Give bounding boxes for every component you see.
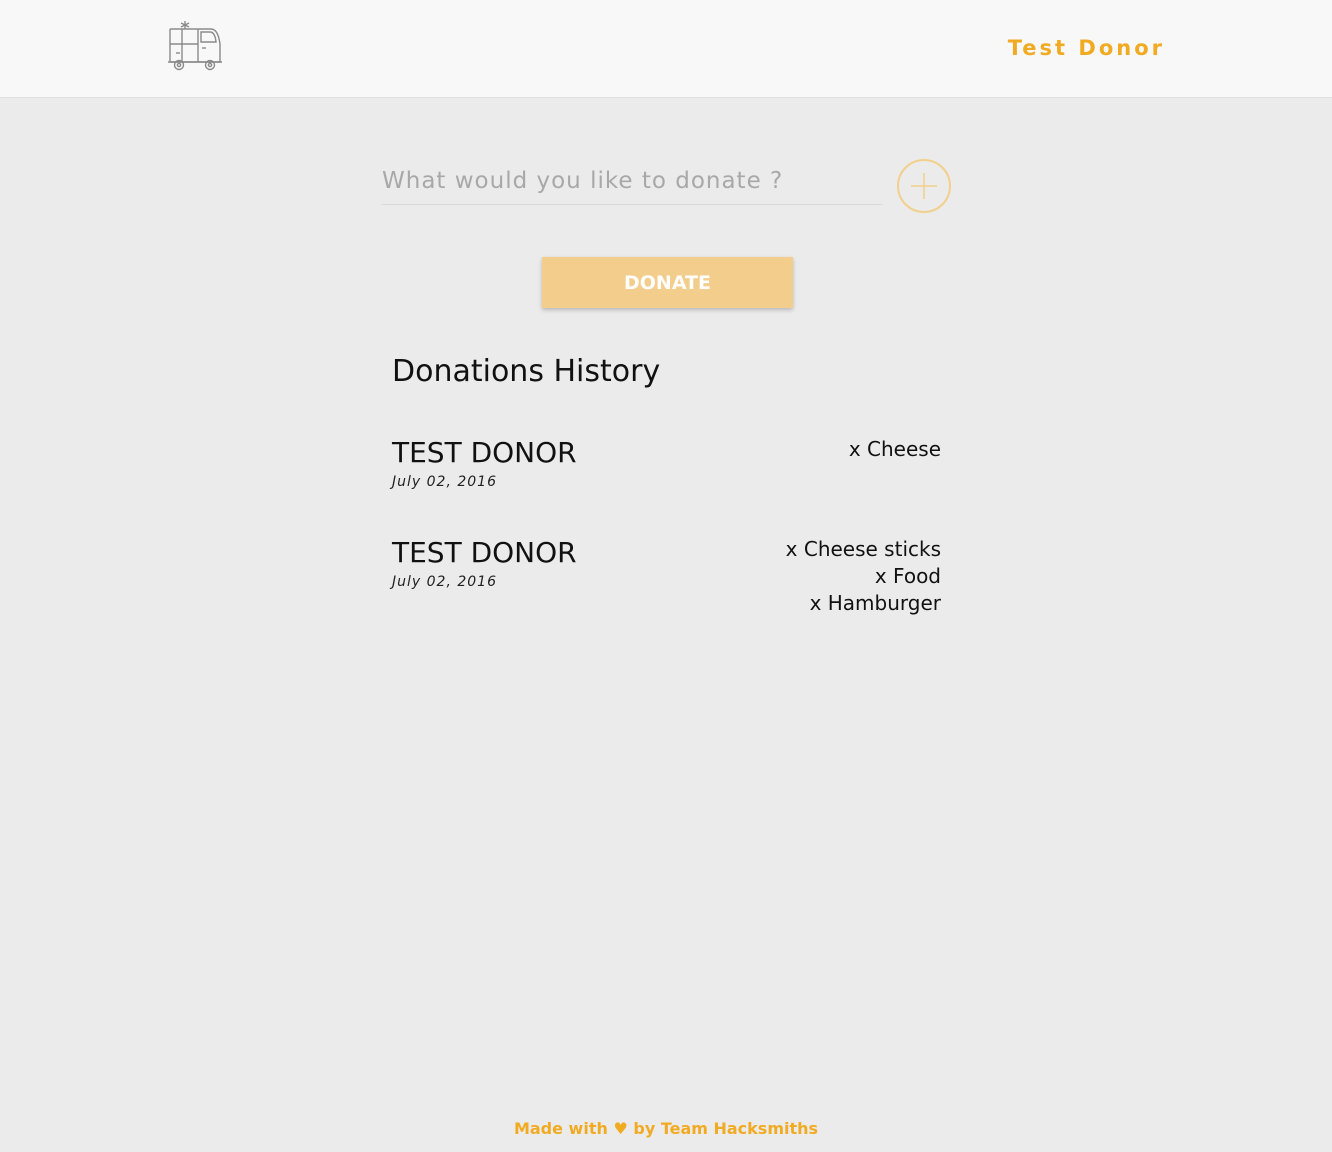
donor-name: TEST DONOR [392, 436, 577, 469]
donation-date: July 02, 2016 [392, 574, 497, 590]
add-item-button[interactable] [897, 159, 951, 213]
donation-entry: TEST DONOR July 02, 2016 x Cheese [392, 436, 941, 496]
donation-items: x Cheese sticks x Food x Hamburger [786, 536, 941, 617]
donate-button[interactable]: DONATE [542, 257, 793, 308]
donation-input[interactable] [382, 158, 882, 205]
food-truck-icon[interactable] [166, 20, 224, 74]
heart-icon: ♥ [613, 1119, 628, 1138]
donation-items: x Cheese [849, 436, 941, 463]
user-name-link[interactable]: Test Donor [1008, 36, 1165, 60]
donation-date: July 02, 2016 [392, 474, 497, 490]
donation-item: x Hamburger [809, 591, 941, 615]
footer-credit: Made with ♥ by Team Hacksmiths [0, 1119, 1332, 1138]
donation-item: x Cheese [848, 437, 941, 461]
donations-history-title: Donations History [392, 354, 661, 389]
top-header: Test Donor [0, 0, 1332, 98]
donor-name: TEST DONOR [392, 536, 577, 569]
footer-suffix: by Team Hacksmiths [633, 1119, 819, 1138]
donation-item: x Food [874, 564, 941, 588]
donation-item: x Cheese sticks [785, 537, 941, 561]
plus-icon [911, 173, 937, 199]
donation-entry: TEST DONOR July 02, 2016 x Cheese sticks… [392, 536, 941, 616]
footer-prefix: Made with [513, 1119, 608, 1138]
